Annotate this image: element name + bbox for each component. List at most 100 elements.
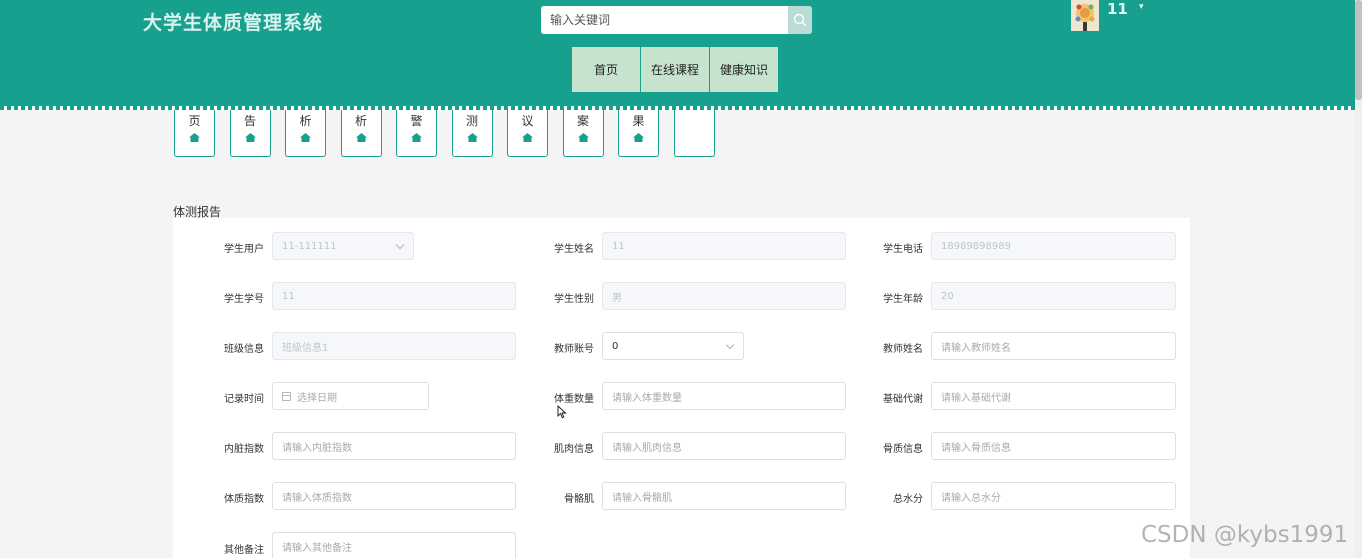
field-placeholder: 请输入体质指数 xyxy=(282,492,352,504)
field-label: 学生学号 xyxy=(224,294,264,305)
field-placeholder: 请输入骨质信息 xyxy=(941,442,1011,454)
field-label: 教师账号 xyxy=(554,344,594,355)
nav-online-courses[interactable]: 在线课程 xyxy=(641,47,709,92)
home-icon xyxy=(411,133,422,142)
field-placeholder: 请输入基础代谢 xyxy=(941,392,1011,404)
field-label: 班级信息 xyxy=(224,344,264,355)
input-field: 18989898989 xyxy=(931,232,1176,260)
input-field: 班级信息1 xyxy=(272,332,516,360)
field-placeholder: 请输入其他备注 xyxy=(282,542,352,554)
home-icon xyxy=(522,133,533,142)
home-icon xyxy=(577,133,589,142)
field-label: 教师姓名 xyxy=(883,344,923,355)
input-field: 男 xyxy=(602,282,846,310)
select-field: 11-111111 xyxy=(272,232,414,260)
chevron-down-icon[interactable]: ▾ xyxy=(1139,2,1144,12)
date-picker[interactable]: 选择日期 xyxy=(272,382,429,410)
field-label: 学生年龄 xyxy=(883,294,923,305)
input-field[interactable]: 请输入体重数量 xyxy=(602,382,846,410)
quick-menu-item[interactable]: 页 xyxy=(174,110,215,157)
field-label: 记录时间 xyxy=(224,394,264,405)
quick-menu-label: 果 xyxy=(632,114,645,128)
chevron-down-icon xyxy=(395,240,405,250)
home-icon xyxy=(244,133,256,142)
quick-menu-item[interactable]: 果 xyxy=(618,110,659,157)
input-field[interactable]: 请输入内脏指数 xyxy=(272,432,516,460)
field-placeholder: 请输入肌肉信息 xyxy=(612,442,682,454)
site-title: 大学生体质管理系统 xyxy=(143,12,324,34)
input-field[interactable]: 请输入总水分 xyxy=(931,482,1176,510)
home-icon xyxy=(355,133,367,142)
field-label: 骨骼肌 xyxy=(564,494,594,505)
quick-menu-item[interactable]: 议 xyxy=(507,110,548,157)
home-icon xyxy=(189,133,200,142)
input-field: 20 xyxy=(931,282,1176,310)
scrollbar[interactable] xyxy=(1355,0,1362,558)
field-value: 18989898989 xyxy=(941,240,1011,252)
scrollbar-thumb[interactable] xyxy=(1355,0,1362,100)
quick-menu-label: 析 xyxy=(299,114,312,128)
field-value: 20 xyxy=(941,290,954,302)
field-value: 0 xyxy=(612,340,619,352)
field-label: 体重数量 xyxy=(554,394,594,405)
quick-menu-item[interactable] xyxy=(673,110,715,157)
quick-menu-item[interactable]: 析 xyxy=(285,110,326,157)
field-label: 体质指数 xyxy=(224,494,264,505)
user-name[interactable]: 11 xyxy=(1107,0,1128,18)
field-label: 基础代谢 xyxy=(883,394,923,405)
search-box xyxy=(541,6,812,34)
nav-home[interactable]: 首页 xyxy=(572,47,640,92)
field-label: 学生电话 xyxy=(883,244,923,255)
field-value: 男 xyxy=(612,292,622,304)
quick-menu-item[interactable]: 告 xyxy=(229,110,271,157)
quick-menu-label: 警 xyxy=(410,114,423,128)
main-nav: 首页 在线课程 健康知识 xyxy=(572,47,778,92)
quick-menu-item[interactable]: 警 xyxy=(396,110,437,157)
input-field: 11 xyxy=(602,232,846,260)
select-field[interactable]: 0 xyxy=(602,332,744,360)
input-field[interactable]: 请输入其他备注 xyxy=(272,532,516,558)
field-placeholder: 请输入内脏指数 xyxy=(282,442,352,454)
search-input[interactable] xyxy=(541,6,788,34)
field-placeholder: 请输入总水分 xyxy=(941,492,1001,504)
input-field[interactable]: 请输入骨质信息 xyxy=(931,432,1176,460)
field-placeholder: 选择日期 xyxy=(297,392,337,404)
avatar[interactable] xyxy=(1071,0,1099,31)
field-label: 骨质信息 xyxy=(883,444,923,455)
home-icon xyxy=(466,133,478,142)
calendar-icon xyxy=(282,391,291,401)
field-label: 总水分 xyxy=(893,494,923,505)
page-content: 页告析析警测议案果 体测报告 学生用户 11-111111 学生姓名 11 学生电话 18… xyxy=(0,110,1355,558)
quick-menu-label: 测 xyxy=(465,114,478,128)
field-label: 学生用户 xyxy=(224,244,264,255)
nav-health-knowledge[interactable]: 健康知识 xyxy=(710,47,778,92)
quick-menu-item[interactable]: 案 xyxy=(562,110,604,157)
report-form: 学生用户 11-111111 学生姓名 11 学生电话 18989898989 学生学号 11… xyxy=(173,218,1190,558)
field-value: 11 xyxy=(612,240,625,252)
input-field[interactable]: 请输入教师姓名 xyxy=(931,332,1176,360)
quick-menu-item[interactable]: 测 xyxy=(451,110,493,157)
search-icon xyxy=(793,13,807,27)
quick-menu-label: 页 xyxy=(188,114,201,128)
input-field: 11 xyxy=(272,282,516,310)
field-label: 其他备注 xyxy=(224,545,264,556)
input-field[interactable]: 请输入肌肉信息 xyxy=(602,432,846,460)
quick-menu-label: 案 xyxy=(576,114,589,128)
quick-menu-label: 析 xyxy=(354,114,367,128)
home-icon xyxy=(633,133,644,142)
field-label: 学生姓名 xyxy=(554,244,594,255)
field-value: 班级信息1 xyxy=(282,342,329,354)
mouse-cursor-icon xyxy=(557,405,567,419)
field-placeholder: 请输入体重数量 xyxy=(612,392,682,404)
field-value: 11 xyxy=(282,290,295,302)
quick-menu-label: 告 xyxy=(243,114,256,128)
input-field[interactable]: 请输入基础代谢 xyxy=(931,382,1176,410)
input-field[interactable]: 请输入骨骼肌 xyxy=(602,482,846,510)
quick-menu-label: 议 xyxy=(521,114,534,128)
field-label: 学生性别 xyxy=(554,294,594,305)
input-field[interactable]: 请输入体质指数 xyxy=(272,482,516,510)
quick-menu-item[interactable]: 析 xyxy=(340,110,382,157)
field-label: 内脏指数 xyxy=(224,444,264,455)
field-value: 11-111111 xyxy=(282,240,337,252)
search-button[interactable] xyxy=(788,6,812,34)
